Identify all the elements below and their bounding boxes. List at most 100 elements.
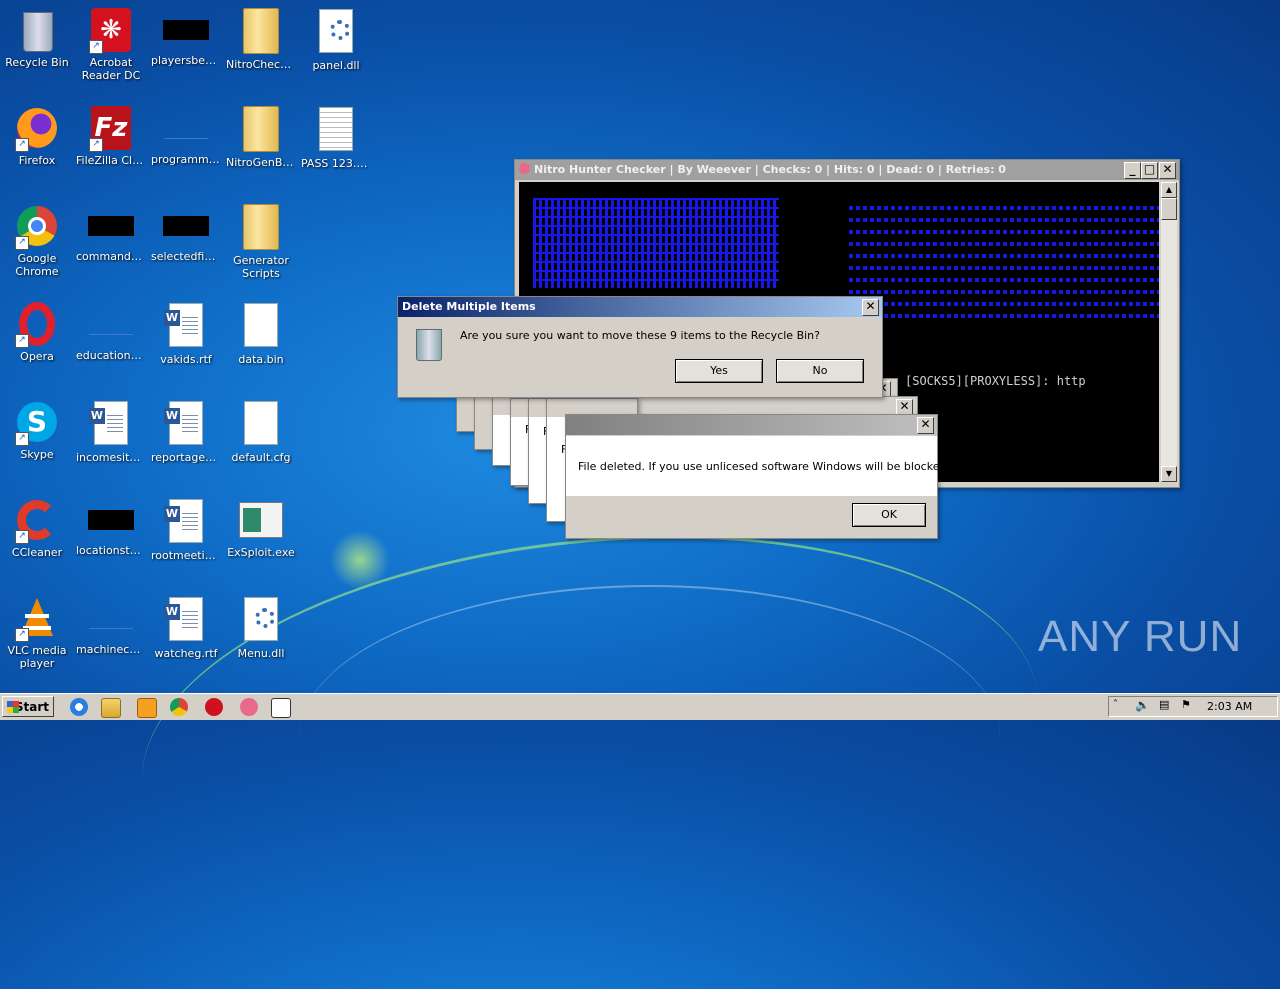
- scroll-up-arrow[interactable]: ▲: [1161, 182, 1177, 198]
- desktop-icon-google-chrome[interactable]: ↗ Google Chrome: [0, 202, 74, 278]
- text-file-icon: [319, 107, 353, 151]
- nitro-checker-taskbar-icon[interactable]: [240, 698, 258, 716]
- scroll-down-arrow[interactable]: ▼: [1161, 466, 1177, 482]
- word-document-icon: [164, 499, 203, 543]
- minimize-button[interactable]: _: [1124, 162, 1141, 179]
- desktop-icon-watcheg-rtf[interactable]: watcheg.rtf: [149, 594, 223, 660]
- file-thumbnail: [89, 312, 133, 335]
- file-thumbnail: [88, 216, 134, 236]
- desktop-icon-firefox[interactable]: ↗ Firefox: [0, 104, 74, 167]
- desktop-icon-vlc-media-player[interactable]: ↗ VLC media player: [0, 594, 74, 670]
- desktop-icon-programmin[interactable]: programmin...: [149, 104, 223, 166]
- desktop-icon-default-cfg[interactable]: default.cfg: [224, 398, 298, 464]
- taskbar: Start ˄ 🔈 ▤ ⚑ 2:03 AM: [0, 693, 1280, 720]
- desktop-icon-ccleaner[interactable]: ↗ CCleaner: [0, 496, 74, 559]
- acrobat-icon: ❋ ↗: [87, 6, 135, 54]
- close-button[interactable]: ✕: [917, 417, 934, 434]
- scroll-thumb[interactable]: [1161, 198, 1177, 220]
- console-titlebar[interactable]: Nitro Hunter Checker | By Weeever | Chec…: [515, 160, 1179, 180]
- desktop-icon-exsploit-exe[interactable]: ExSploit.exe: [224, 496, 298, 559]
- internet-explorer-icon[interactable]: [70, 698, 88, 716]
- network-icon[interactable]: ▤: [1159, 698, 1169, 711]
- file-thumbnail: [88, 510, 134, 530]
- desktop-icon-vakids-rtf[interactable]: vakids.rtf: [149, 300, 223, 366]
- delete-dialog-title: Delete Multiple Items: [402, 300, 536, 313]
- desktop-icon-playersbea[interactable]: playersbea...: [149, 6, 223, 67]
- blank-file-icon: [244, 401, 278, 445]
- file-thumbnail: [163, 20, 209, 40]
- desktop-icon-educationce[interactable]: educationce...: [74, 300, 148, 362]
- chrome-icon: ↗: [13, 202, 61, 250]
- console-title: Nitro Hunter Checker | By Weeever | Chec…: [534, 163, 1006, 176]
- dll-file-icon: [319, 9, 353, 53]
- media-player-icon[interactable]: [137, 698, 157, 718]
- wallpaper-logo: [330, 530, 390, 590]
- chrome-icon[interactable]: [170, 698, 188, 716]
- ascii-banner-right: [849, 198, 1159, 324]
- chevron-up-icon[interactable]: ˄: [1113, 699, 1118, 710]
- opera-icon[interactable]: [205, 698, 223, 716]
- word-document-icon: [164, 303, 203, 347]
- yes-button[interactable]: Yes: [675, 359, 763, 383]
- ascii-banner-left: [533, 198, 779, 288]
- console-taskbar-icon[interactable]: [271, 698, 291, 718]
- wallpaper-swoosh: [300, 585, 1000, 887]
- desktop-icon-skype[interactable]: S ↗ Skype: [0, 398, 74, 461]
- vertical-scrollbar[interactable]: ▲ ▼: [1161, 182, 1177, 482]
- gear-icon: [330, 20, 350, 40]
- recycle-bin-icon: [13, 6, 61, 54]
- file-explorer-icon[interactable]: [101, 698, 121, 718]
- gear-icon: [255, 608, 275, 628]
- vlc-icon: ↗: [13, 594, 61, 642]
- word-document-icon: [89, 401, 128, 445]
- message-text: File deleted. If you use unlicesed softw…: [578, 460, 950, 473]
- desktop-icon-generator-scripts[interactable]: Generator Scripts: [224, 202, 298, 280]
- desktop-icon-panel-dll[interactable]: panel.dll: [299, 6, 373, 72]
- message-box-titlebar[interactable]: ✕: [566, 415, 937, 435]
- no-button[interactable]: No: [776, 359, 864, 383]
- desktop-icon-machinecan[interactable]: machinecan...: [74, 594, 148, 656]
- action-center-flag-icon[interactable]: ⚑: [1181, 698, 1191, 711]
- folder-icon: [243, 8, 279, 54]
- delete-dialog[interactable]: Delete Multiple Items ✕ Are you sure you…: [397, 296, 883, 398]
- firefox-icon: ↗: [13, 104, 61, 152]
- desktop-icon-reportagent[interactable]: reportagent...: [149, 398, 223, 464]
- desktop-icon-opera[interactable]: ↗ Opera: [0, 300, 74, 363]
- delete-dialog-message: Are you sure you want to move these 9 it…: [460, 329, 820, 342]
- message-box[interactable]: ✕ File deleted. If you use unlicesed sof…: [565, 414, 950, 539]
- file-thumbnail: [164, 116, 208, 139]
- desktop-icon-selectedfiel[interactable]: selectedfiel...: [149, 202, 223, 263]
- speaker-icon[interactable]: 🔈: [1135, 698, 1150, 712]
- desktop-icon-menu-dll[interactable]: Menu.dll: [224, 594, 298, 660]
- windows-logo-icon: [7, 701, 19, 713]
- desktop-icon-acrobat-reader-dc[interactable]: ❋ ↗ Acrobat Reader DC: [74, 6, 148, 82]
- word-document-icon: [164, 597, 203, 641]
- maximize-button[interactable]: □: [1141, 162, 1158, 179]
- folder-icon: [243, 204, 279, 250]
- desktop-icon-commandon[interactable]: commandon...: [74, 202, 148, 263]
- close-button[interactable]: ✕: [1159, 162, 1176, 179]
- desktop-icon-locationstur[interactable]: locationstur...: [74, 496, 148, 557]
- clock[interactable]: 2:03 AM: [1207, 700, 1252, 713]
- watermark: ANY RUN: [1038, 612, 1243, 661]
- desktop-icon-incomesitua[interactable]: incomesitua...: [74, 398, 148, 464]
- opera-icon: ↗: [13, 300, 61, 348]
- desktop-icon-filezilla-client[interactable]: Fz ↗ FileZilla Client: [74, 104, 148, 167]
- desktop-icon-nitrochecker[interactable]: NitroChecker: [224, 6, 298, 71]
- desktop-icon-pass-123-txt[interactable]: PASS 123.txt: [299, 104, 373, 170]
- recycle-bin-icon: [416, 329, 442, 361]
- skype-icon: S ↗: [13, 398, 61, 446]
- delete-dialog-titlebar[interactable]: Delete Multiple Items ✕: [398, 297, 882, 317]
- ok-button[interactable]: OK: [852, 503, 926, 527]
- file-thumbnail: [163, 216, 209, 236]
- desktop-icon-rootmeeting[interactable]: rootmeeting...: [149, 496, 223, 562]
- console-prompt: [SOCKS5][PROXYLESS]: http: [905, 374, 1086, 388]
- desktop-icon-recycle-bin[interactable]: Recycle Bin: [0, 6, 74, 69]
- ccleaner-icon: ↗: [13, 496, 61, 544]
- start-button[interactable]: Start: [2, 696, 54, 717]
- close-button[interactable]: ✕: [862, 299, 879, 316]
- file-thumbnail: [89, 606, 133, 629]
- desktop-icon-nitrogenby[interactable]: NitroGenBy...: [224, 104, 298, 169]
- filezilla-icon: Fz ↗: [87, 104, 135, 152]
- desktop-icon-data-bin[interactable]: data.bin: [224, 300, 298, 366]
